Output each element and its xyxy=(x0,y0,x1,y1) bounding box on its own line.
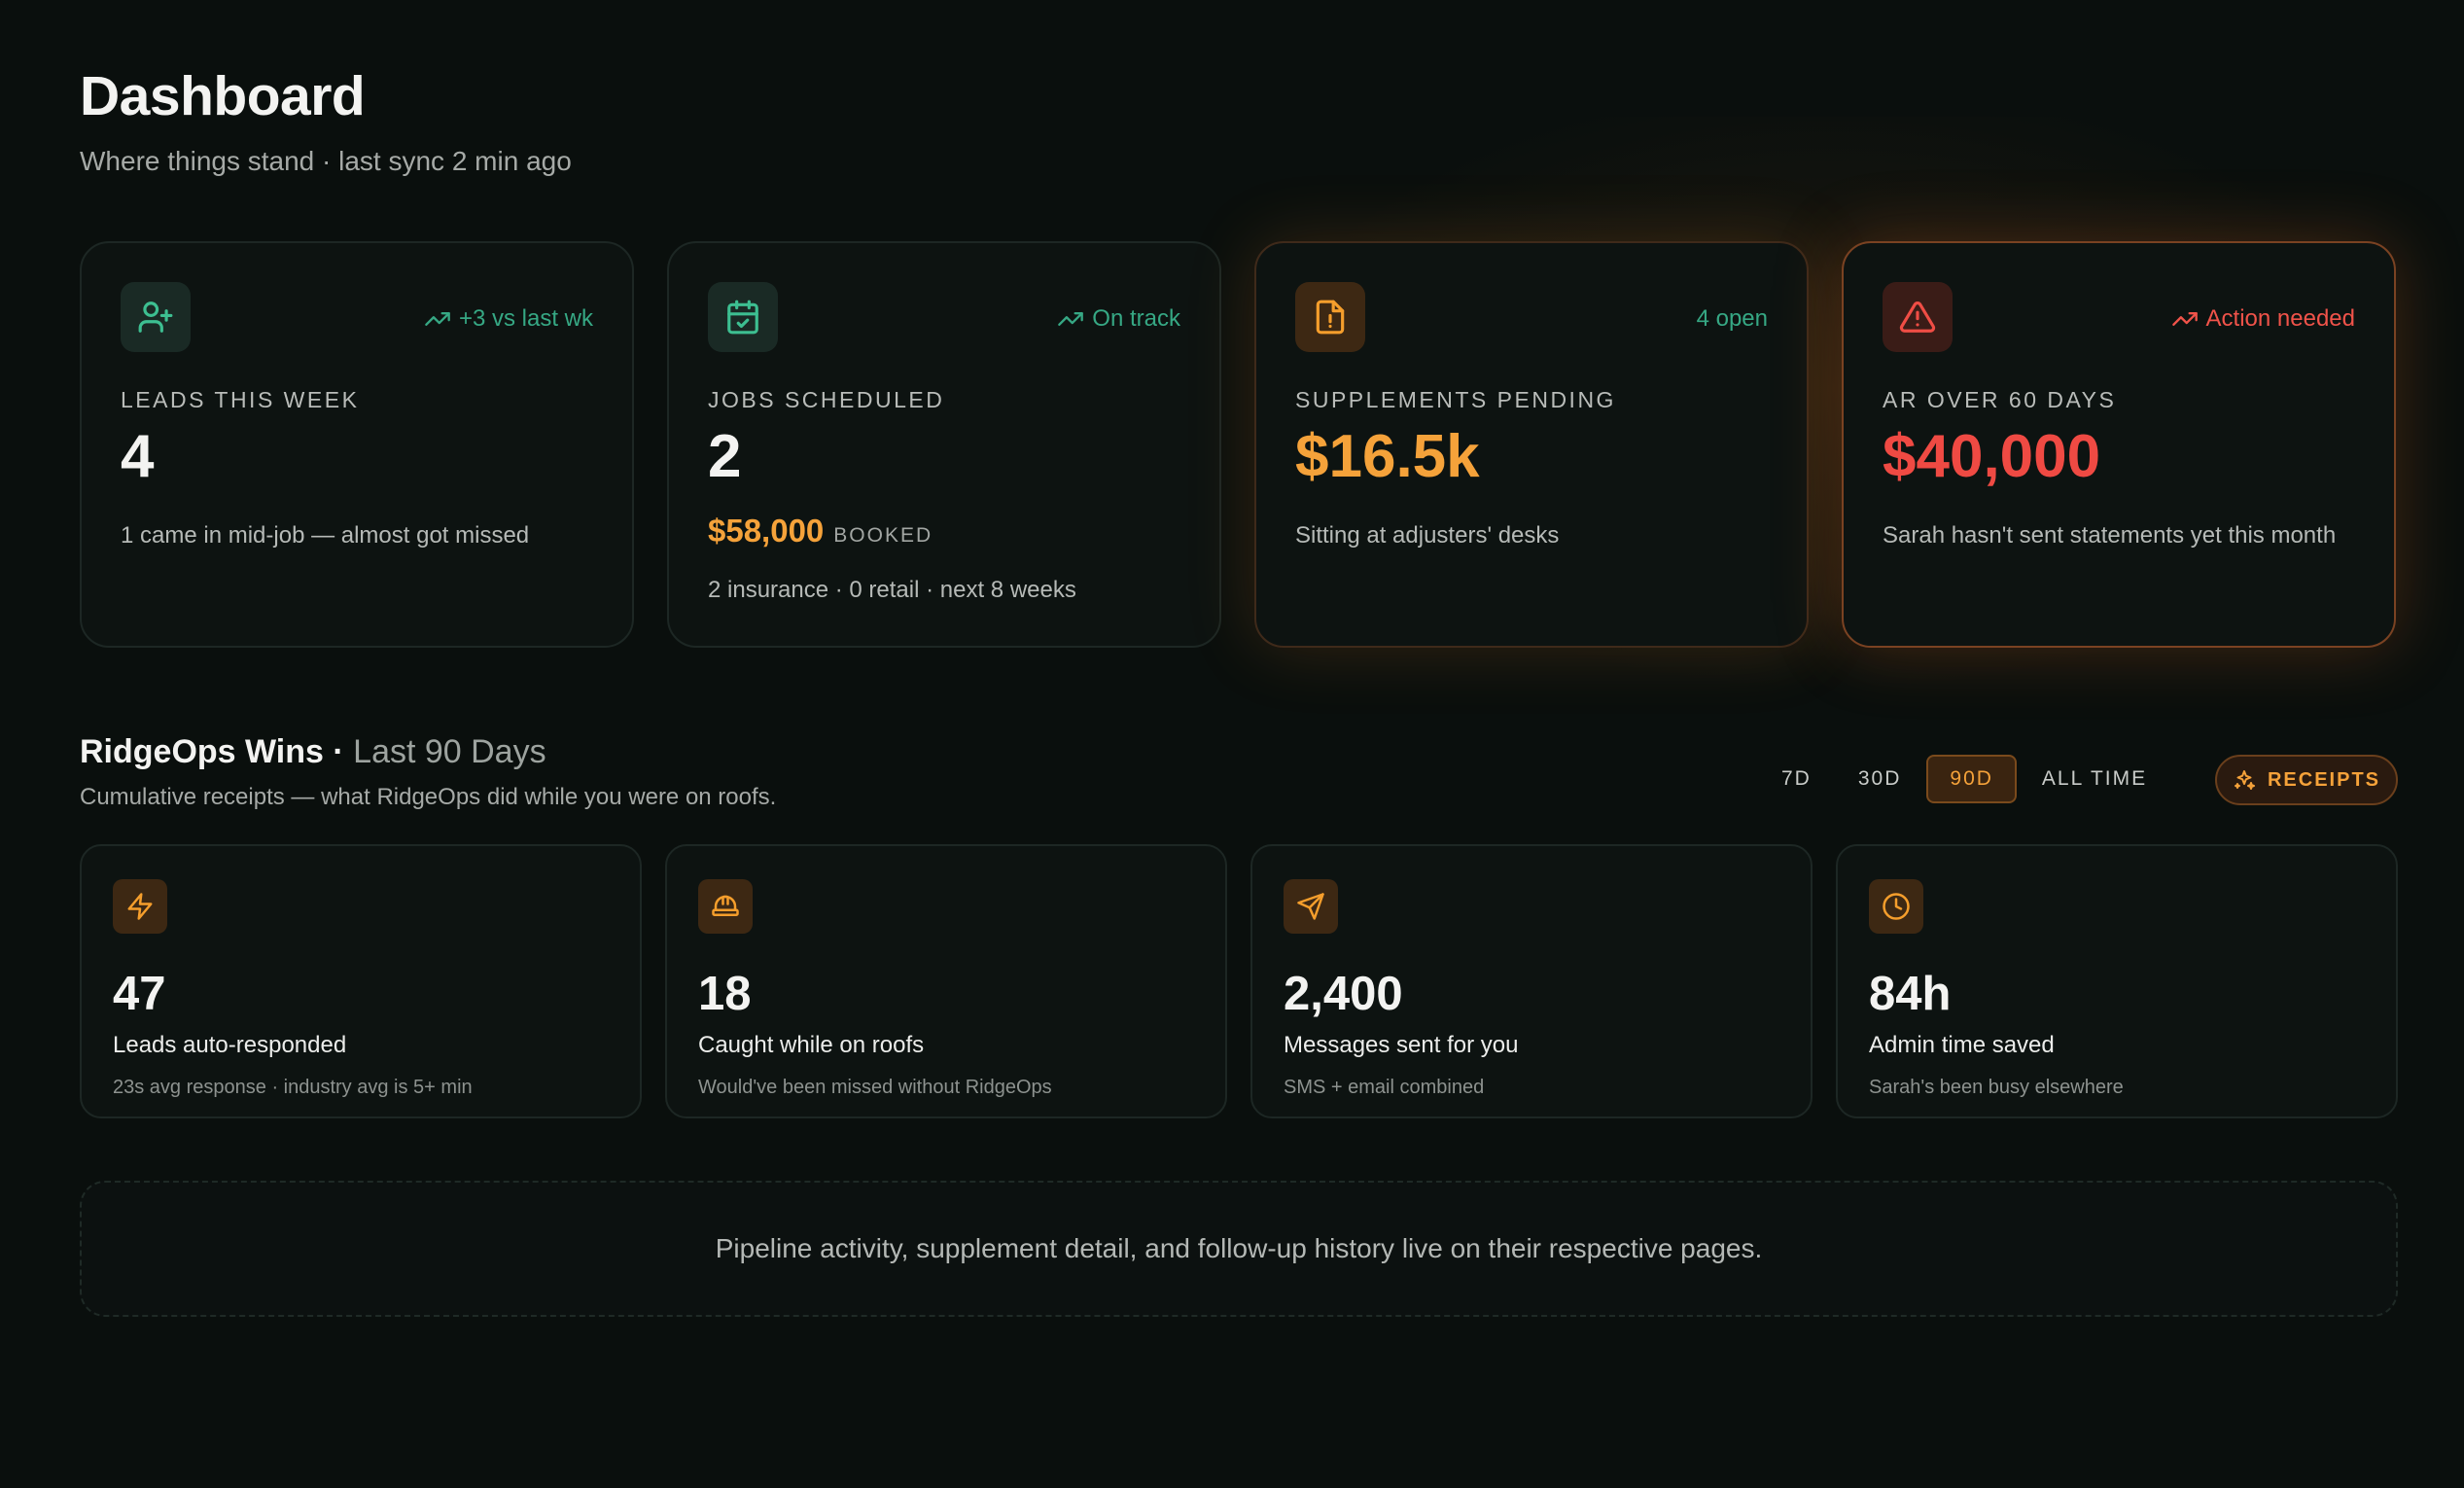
win-label: Leads auto-responded xyxy=(113,1032,347,1058)
win-label: Caught while on roofs xyxy=(698,1032,925,1058)
ar-trend: Action needed xyxy=(2171,305,2355,333)
range-tab-all-time[interactable]: ALL TIME xyxy=(2021,755,2168,803)
stat-value: 4 xyxy=(121,423,155,490)
file-alert-icon xyxy=(1295,282,1365,352)
trend-text: On track xyxy=(1092,305,1180,332)
warning-triangle-icon xyxy=(1883,282,1953,352)
leads-this-week-card[interactable]: +3 vs last wk LEADS THIS WEEK 4 1 came i… xyxy=(80,241,634,648)
win-note: Would've been missed without RidgeOps xyxy=(698,1077,1052,1098)
jobs-scheduled-card[interactable]: On track JOBS SCHEDULED 2 $58,000 BOOKED… xyxy=(667,241,1221,648)
trend-text: +3 vs last wk xyxy=(458,305,593,332)
stat-value: $40,000 xyxy=(1883,423,2101,490)
win-value: 18 xyxy=(698,968,752,1020)
win-note: 23s avg response · industry avg is 5+ mi… xyxy=(113,1077,473,1098)
receipts-label: RECEIPTS xyxy=(2267,768,2381,791)
wins-title-separator: · xyxy=(323,733,354,770)
stat-note: 1 came in mid-job — almost got missed xyxy=(121,522,530,549)
stat-label: SUPPLEMENTS PENDING xyxy=(1295,387,1616,412)
wins-section-title: RidgeOps Wins · Last 90 Days xyxy=(80,733,546,771)
win-value: 2,400 xyxy=(1284,968,1403,1020)
stat-note: Sarah hasn't sent statements yet this mo… xyxy=(1883,522,2337,549)
win-card-caught-on-roofs: 18 Caught while on roofs Would've been m… xyxy=(665,844,1227,1118)
stat-note: Sitting at adjusters' desks xyxy=(1295,522,1560,549)
sparkles-icon xyxy=(2234,770,2255,790)
page-subtitle: Where things stand · last sync 2 min ago xyxy=(80,146,572,176)
win-card-messages-sent: 2,400 Messages sent for you SMS + email … xyxy=(1250,844,1813,1118)
trend-text: Action needed xyxy=(2205,305,2355,332)
hard-hat-icon xyxy=(698,879,753,934)
booked-amount-row: $58,000 BOOKED xyxy=(708,513,1180,549)
send-icon xyxy=(1284,879,1338,934)
win-card-admin-time-saved: 84h Admin time saved Sarah's been busy e… xyxy=(1836,844,2398,1118)
stat-label: LEADS THIS WEEK xyxy=(121,387,360,412)
page-title: Dashboard xyxy=(80,65,366,127)
trending-up-icon xyxy=(425,312,450,326)
calendar-check-icon xyxy=(708,282,778,352)
range-tab-90d[interactable]: 90D xyxy=(1926,755,2017,803)
trend-text: 4 open xyxy=(1696,305,1768,332)
booked-label: BOOKED xyxy=(833,524,933,547)
range-tab-7d[interactable]: 7D xyxy=(1760,755,1833,803)
win-card-leads-auto-responded: 47 Leads auto-responded 23s avg response… xyxy=(80,844,642,1118)
trending-up-icon xyxy=(2171,312,2198,326)
wins-subtitle: Cumulative receipts — what RidgeOps did … xyxy=(80,784,777,810)
wins-title-text: RidgeOps Wins xyxy=(80,733,324,770)
range-selector: 7D 30D 90D ALL TIME xyxy=(1760,755,2172,803)
supplements-pending-card[interactable]: 4 open SUPPLEMENTS PENDING $16.5k Sittin… xyxy=(1254,241,1809,648)
stat-value: $16.5k xyxy=(1295,423,1480,490)
supplements-open-count: 4 open xyxy=(1697,305,1768,333)
win-value: 84h xyxy=(1869,968,1952,1020)
lightning-icon xyxy=(113,879,167,934)
wins-period: Last 90 Days xyxy=(353,733,546,770)
range-tab-30d[interactable]: 30D xyxy=(1837,755,1923,803)
leads-trend: +3 vs last wk xyxy=(424,305,593,333)
footer-info-note: Pipeline activity, supplement detail, an… xyxy=(80,1181,2398,1317)
booked-amount: $58,000 xyxy=(708,513,825,549)
receipts-button[interactable]: RECEIPTS xyxy=(2215,755,2398,805)
win-value: 47 xyxy=(113,968,166,1020)
win-note: Sarah's been busy elsewhere xyxy=(1869,1077,2124,1098)
user-plus-icon xyxy=(121,282,191,352)
win-label: Messages sent for you xyxy=(1284,1032,1519,1058)
jobs-trend: On track xyxy=(1057,305,1180,333)
stat-note: 2 insurance · 0 retail · next 8 weeks xyxy=(708,577,1076,603)
clock-icon xyxy=(1869,879,1923,934)
stat-label: JOBS SCHEDULED xyxy=(708,387,945,412)
stat-value: 2 xyxy=(708,423,742,490)
win-label: Admin time saved xyxy=(1869,1032,2055,1058)
trending-up-icon xyxy=(1058,312,1084,326)
page-header: Dashboard Where things stand · last sync… xyxy=(80,64,572,177)
win-note: SMS + email combined xyxy=(1284,1077,1485,1098)
stat-label: AR OVER 60 DAYS xyxy=(1883,387,2117,412)
ar-over-60-days-card[interactable]: Action needed AR OVER 60 DAYS $40,000 Sa… xyxy=(1842,241,2396,648)
